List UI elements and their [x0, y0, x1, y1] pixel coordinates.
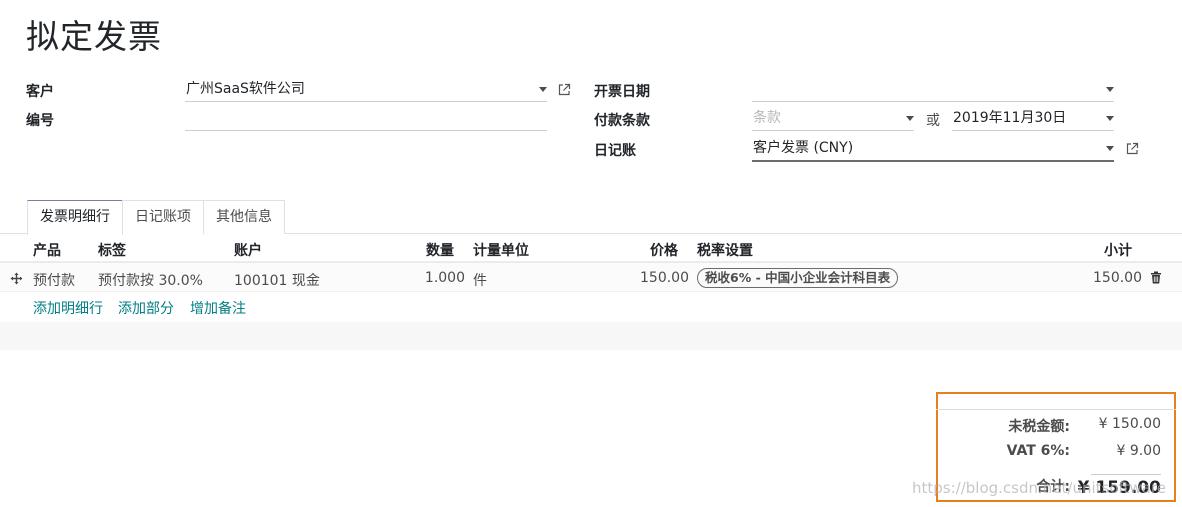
col-header-product[interactable]: 产品: [33, 240, 61, 260]
invoice-date-label: 开票日期: [594, 84, 650, 100]
cell-price[interactable]: 150.00: [630, 270, 689, 286]
cell-account[interactable]: 100101 现金: [234, 270, 320, 290]
payment-terms-field[interactable]: 条款: [752, 107, 914, 131]
move-arrows-icon[interactable]: [10, 272, 23, 285]
table-footer: [0, 322, 1182, 350]
payment-terms-placeholder: 条款: [753, 110, 781, 126]
tab-journal-items[interactable]: 日记账项: [122, 200, 204, 234]
vat-label: VAT 6%:: [1006, 443, 1070, 459]
untaxed-amount-value: ¥ 150.00: [1098, 416, 1161, 432]
due-date-value: 2019年11月30日: [953, 110, 1067, 126]
or-text: 或: [926, 113, 940, 129]
journal-label: 日记账: [594, 143, 636, 159]
caret-down-icon[interactable]: [906, 116, 914, 121]
col-header-label[interactable]: 标签: [98, 240, 126, 260]
col-header-account[interactable]: 账户: [234, 240, 262, 260]
col-header-price[interactable]: 价格: [650, 240, 678, 260]
col-header-uom[interactable]: 计量单位: [473, 240, 529, 260]
col-header-subtotal[interactable]: 小计: [1104, 240, 1132, 260]
customer-label: 客户: [26, 84, 54, 100]
invoice-date-field[interactable]: [752, 78, 1114, 102]
caret-down-icon[interactable]: [539, 87, 547, 92]
customer-field[interactable]: 广州SaaS软件公司: [185, 78, 547, 102]
add-section-link[interactable]: 添加部分: [118, 298, 174, 318]
totals-separator: [936, 409, 1176, 410]
number-field[interactable]: [185, 107, 547, 131]
cell-uom[interactable]: 件: [473, 270, 487, 290]
col-header-quantity[interactable]: 数量: [426, 240, 454, 260]
payment-terms-label: 付款条款: [594, 113, 650, 129]
caret-down-icon[interactable]: [1106, 87, 1114, 92]
number-label: 编号: [26, 113, 54, 129]
total-separator: [1091, 474, 1161, 475]
cell-label[interactable]: 预付款按 30.0%: [98, 270, 203, 290]
customer-value: 广州SaaS软件公司: [186, 81, 305, 97]
due-date-field[interactable]: 2019年11月30日: [952, 107, 1114, 131]
invoice-draft-page: 拟定发票 客户 广州SaaS软件公司 编号 开票日期 付款条款 条款 或 201…: [0, 0, 1182, 507]
tab-other-info[interactable]: 其他信息: [203, 200, 285, 234]
journal-value: 客户发票 (CNY): [753, 140, 854, 156]
cell-product[interactable]: 预付款: [33, 270, 75, 290]
page-title: 拟定发票: [26, 17, 162, 56]
tax-tag-badge[interactable]: 税收6% - 中国小企业会计科目表: [697, 268, 899, 288]
untaxed-amount-label: 未税金额:: [1008, 419, 1070, 435]
external-link-icon[interactable]: [1126, 142, 1140, 156]
cell-quantity[interactable]: 1.000: [415, 270, 465, 286]
watermark-text: https://blog.csdn.net/unitsoftware: [912, 479, 1166, 497]
trash-icon[interactable]: [1150, 271, 1162, 284]
caret-down-icon[interactable]: [1106, 116, 1114, 121]
journal-field[interactable]: 客户发票 (CNY): [752, 137, 1114, 162]
tab-invoice-lines[interactable]: 发票明细行: [27, 200, 123, 235]
caret-down-icon[interactable]: [1106, 146, 1114, 151]
add-note-link[interactable]: 增加备注: [190, 298, 246, 318]
col-header-taxes[interactable]: 税率设置: [697, 240, 753, 260]
vat-value: ¥ 9.00: [1116, 443, 1161, 459]
external-link-icon[interactable]: [558, 83, 572, 97]
cell-subtotal: 150.00: [1093, 270, 1142, 286]
add-line-link[interactable]: 添加明细行: [33, 298, 103, 318]
